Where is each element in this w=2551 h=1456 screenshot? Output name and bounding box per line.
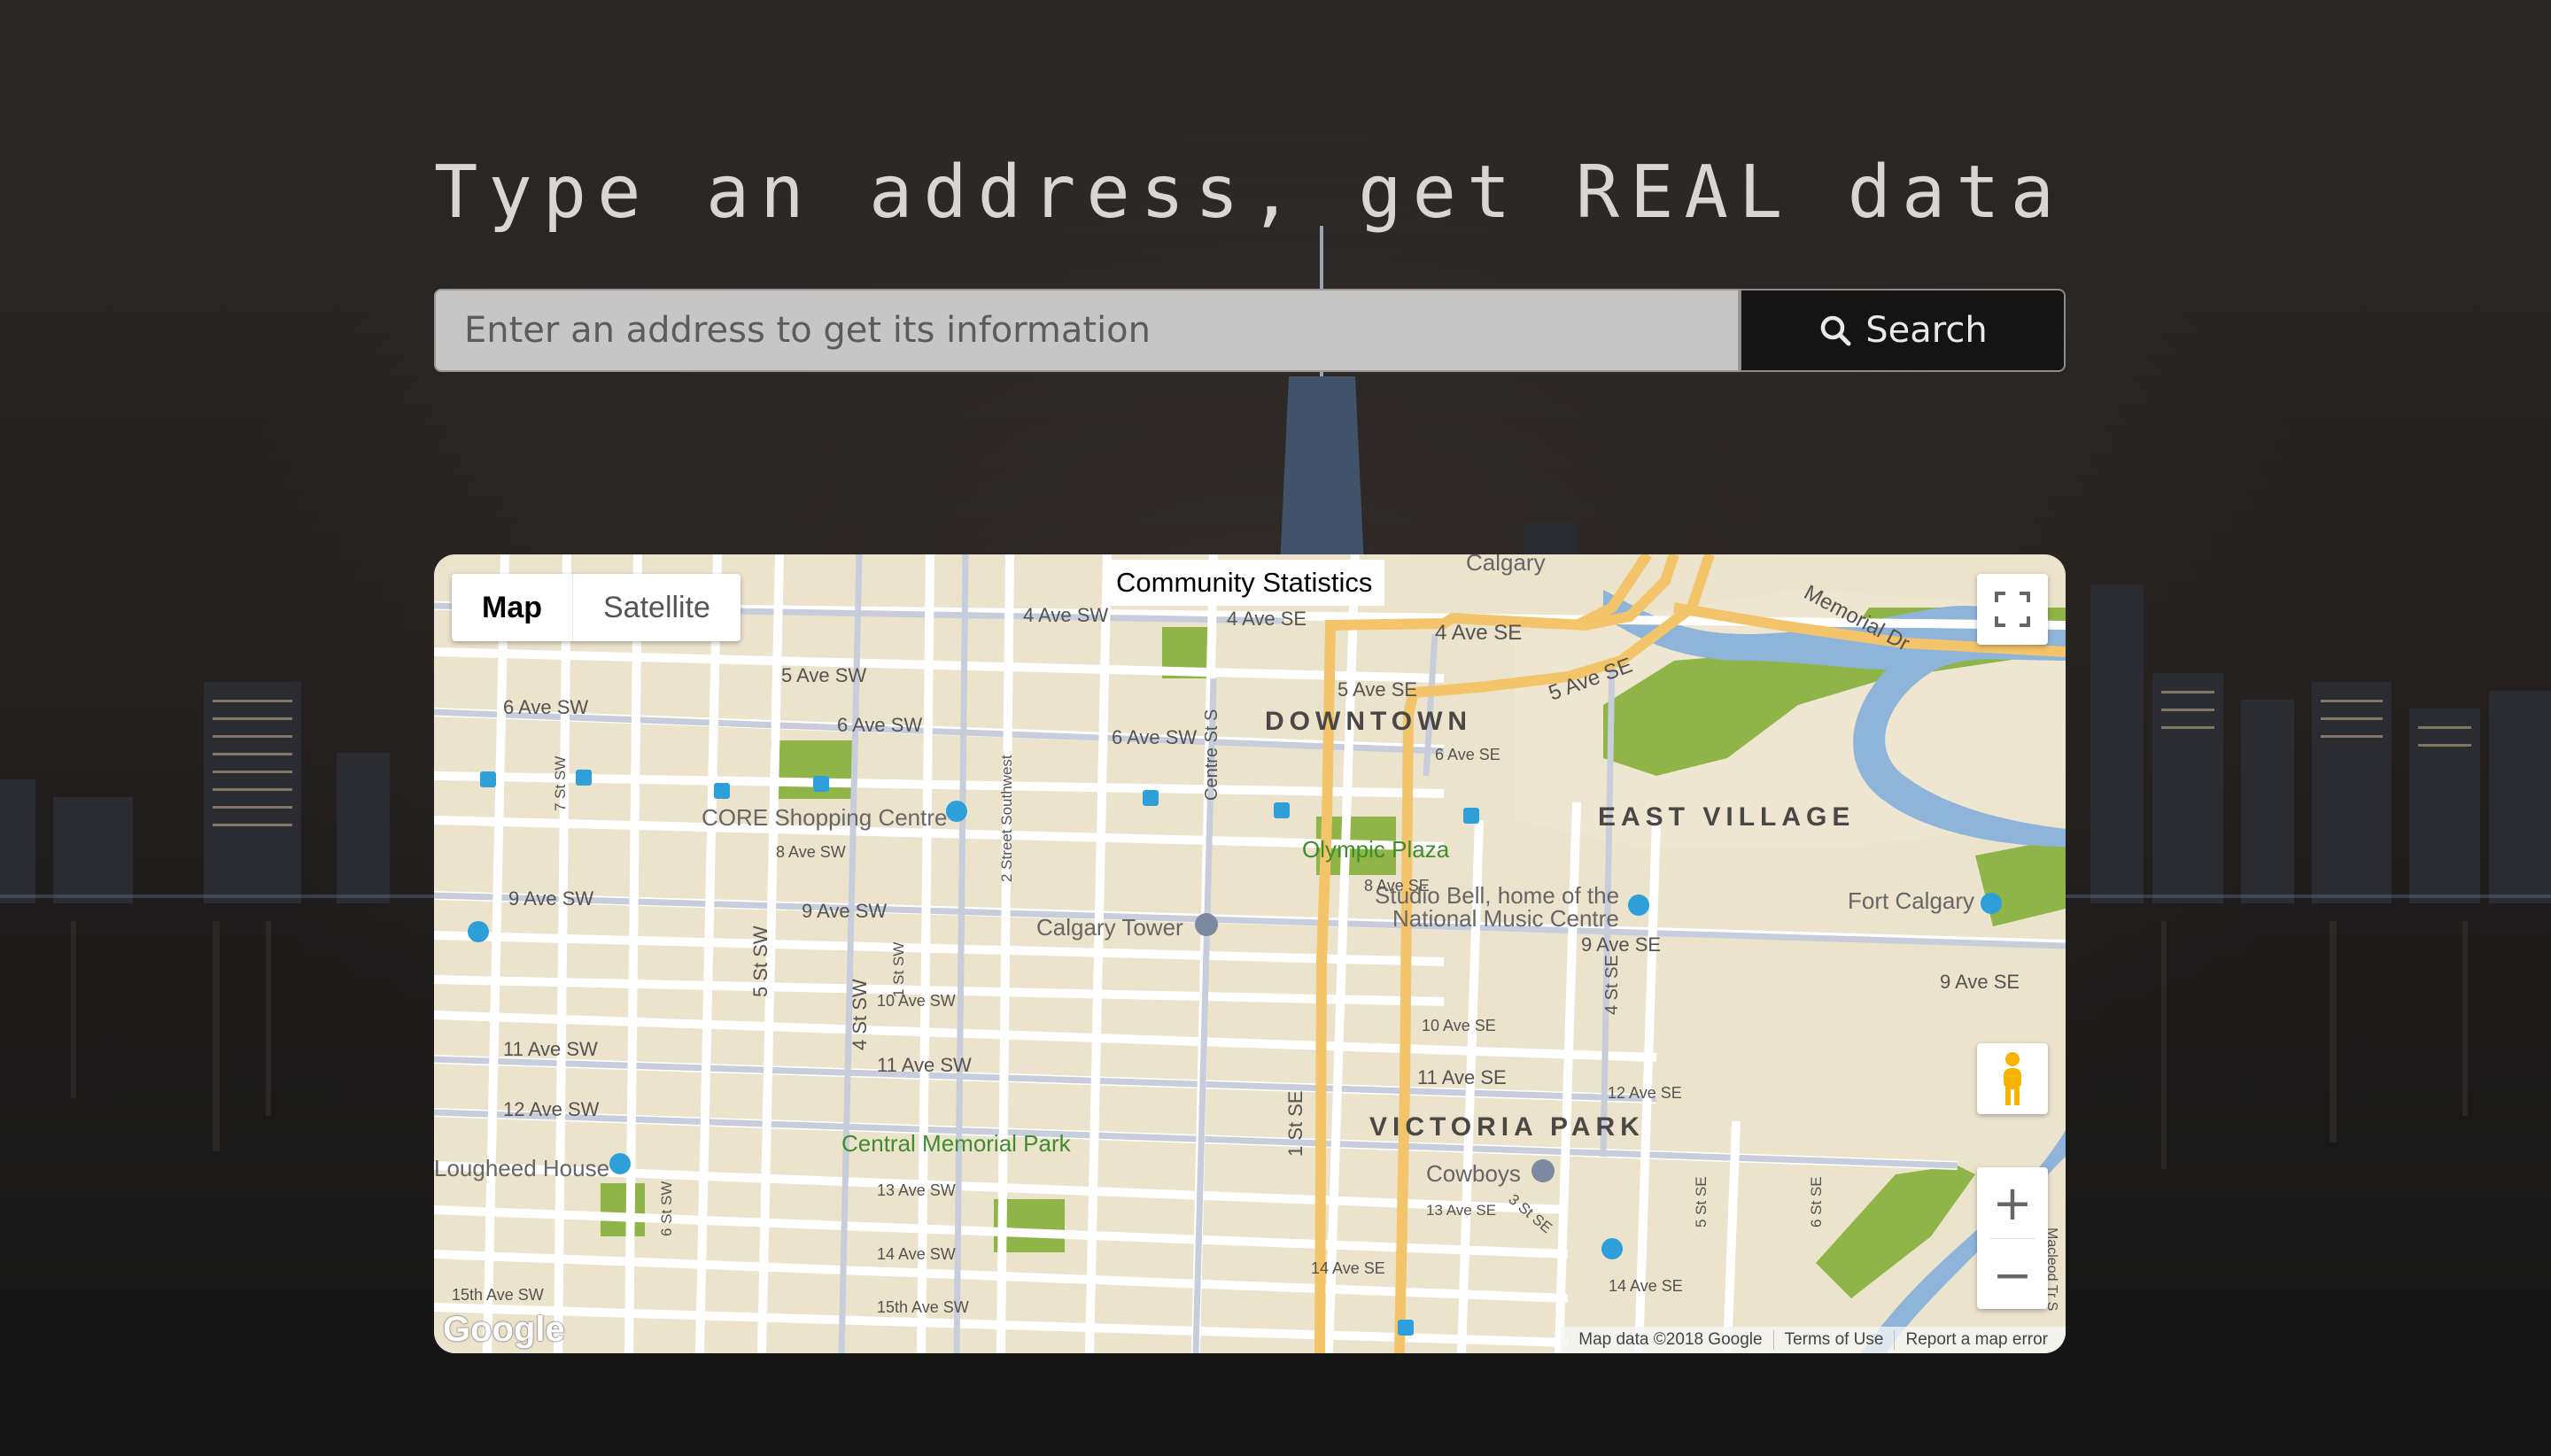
- svg-text:1 St SE: 1 St SE: [1284, 1090, 1307, 1157]
- svg-text:Olympic Plaza: Olympic Plaza: [1302, 836, 1450, 863]
- search-icon: [1821, 315, 1851, 346]
- svg-text:11 Ave SW: 11 Ave SW: [503, 1038, 598, 1060]
- street-view-pegman-button[interactable]: [1977, 1043, 2048, 1114]
- svg-text:8 Ave SW: 8 Ave SW: [776, 843, 846, 861]
- map-container[interactable]: 4 Ave SW 4 Ave SE 4 Ave SE 5 Ave SW 5 Av…: [434, 554, 2066, 1353]
- svg-text:13 Ave SE: 13 Ave SE: [1426, 1202, 1496, 1219]
- search-button-label: Search: [1865, 310, 1988, 351]
- svg-text:15th Ave SW: 15th Ave SW: [452, 1286, 544, 1304]
- svg-text:10 Ave SW: 10 Ave SW: [877, 992, 956, 1010]
- svg-text:15th Ave SW: 15th Ave SW: [877, 1298, 969, 1316]
- svg-text:14 Ave SW: 14 Ave SW: [877, 1245, 956, 1263]
- svg-text:9 Ave SW: 9 Ave SW: [508, 887, 593, 910]
- svg-text:4 St SE: 4 St SE: [1602, 955, 1622, 1015]
- svg-text:6 St SW: 6 St SW: [658, 1181, 675, 1236]
- svg-text:4 Ave SW: 4 Ave SW: [1023, 604, 1108, 626]
- map-type-satellite-button[interactable]: Satellite: [573, 574, 740, 641]
- svg-text:7 St SW: 7 St SW: [552, 756, 569, 811]
- svg-text:5 Ave SW: 5 Ave SW: [781, 664, 866, 686]
- svg-text:14 Ave SE: 14 Ave SE: [1609, 1277, 1683, 1295]
- map-type-control: Map Satellite: [452, 574, 740, 641]
- map-data-credit: Map data ©2018 Google: [1578, 1330, 1763, 1349]
- svg-text:6 St SE: 6 St SE: [1808, 1176, 1825, 1228]
- svg-text:5 St SW: 5 St SW: [749, 925, 772, 997]
- svg-text:4 Ave SE: 4 Ave SE: [1435, 621, 1522, 645]
- zoom-in-button[interactable]: +: [1977, 1167, 2048, 1238]
- terms-of-use-link[interactable]: Terms of Use: [1772, 1330, 1895, 1350]
- zoom-control: + −: [1977, 1167, 2048, 1309]
- svg-text:11 Ave SE: 11 Ave SE: [1417, 1066, 1507, 1088]
- address-search-input[interactable]: [434, 289, 1740, 372]
- svg-text:5 Ave SE: 5 Ave SE: [1338, 678, 1417, 701]
- page-title: Type an address, get REAL data: [434, 151, 2066, 235]
- svg-text:6 Ave SE: 6 Ave SE: [1435, 746, 1500, 763]
- zoom-out-button[interactable]: −: [1977, 1239, 2048, 1310]
- svg-text:CORE Shopping Centre: CORE Shopping Centre: [702, 804, 947, 831]
- svg-text:12 Ave SE: 12 Ave SE: [1608, 1084, 1682, 1102]
- fullscreen-icon: [1995, 592, 2030, 627]
- svg-text:6 Ave SW: 6 Ave SW: [1112, 726, 1197, 748]
- svg-text:EAST VILLAGE: EAST VILLAGE: [1598, 802, 1855, 832]
- svg-text:Central Memorial Park: Central Memorial Park: [841, 1130, 1072, 1157]
- map-type-map-button[interactable]: Map: [452, 574, 573, 641]
- svg-text:14 Ave SE: 14 Ave SE: [1311, 1259, 1385, 1277]
- svg-text:DOWNTOWN: DOWNTOWN: [1265, 707, 1472, 736]
- report-map-error-link[interactable]: Report a map error: [1894, 1330, 2059, 1350]
- svg-text:Cowboys: Cowboys: [1426, 1160, 1521, 1187]
- svg-text:13 Ave SW: 13 Ave SW: [877, 1181, 956, 1199]
- svg-text:4 St SW: 4 St SW: [849, 979, 871, 1050]
- svg-text:9 Ave SW: 9 Ave SW: [802, 900, 887, 922]
- google-logo[interactable]: Google: [443, 1310, 565, 1350]
- svg-text:Centre St S: Centre St S: [1202, 709, 1221, 801]
- map-attribution: Map data ©2018 Google Terms of Use Repor…: [1561, 1327, 2066, 1353]
- svg-text:Fort Calgary: Fort Calgary: [1848, 887, 1974, 914]
- svg-text:9 Ave SE: 9 Ave SE: [1581, 933, 1661, 956]
- svg-text:1 St SW: 1 St SW: [890, 942, 907, 997]
- search-button[interactable]: Search: [1740, 289, 2066, 372]
- svg-text:12 Ave SW: 12 Ave SW: [503, 1098, 600, 1120]
- svg-text:Lougheed House: Lougheed House: [434, 1155, 609, 1181]
- svg-text:6 Ave SW: 6 Ave SW: [837, 714, 922, 736]
- map-tiles[interactable]: 4 Ave SW 4 Ave SE 4 Ave SE 5 Ave SW 5 Av…: [434, 554, 2066, 1353]
- svg-text:National Music Centre: National Music Centre: [1392, 905, 1619, 932]
- svg-text:Calgary Tower: Calgary Tower: [1036, 914, 1183, 941]
- svg-text:VICTORIA PARK: VICTORIA PARK: [1369, 1112, 1645, 1142]
- svg-text:2 Street Southwest: 2 Street Southwest: [998, 755, 1015, 882]
- svg-text:11 Ave SW: 11 Ave SW: [877, 1054, 972, 1076]
- fullscreen-button[interactable]: [1977, 574, 2048, 645]
- svg-text:9 Ave SE: 9 Ave SE: [1940, 971, 2020, 993]
- svg-text:10 Ave SE: 10 Ave SE: [1422, 1017, 1496, 1034]
- community-statistics-label: Community Statistics: [1104, 560, 1385, 606]
- svg-text:4 Ave SE: 4 Ave SE: [1227, 608, 1307, 630]
- svg-text:6 Ave SW: 6 Ave SW: [503, 696, 588, 718]
- svg-text:5 St SE: 5 St SE: [1693, 1176, 1710, 1228]
- pegman-icon: [2004, 1052, 2021, 1105]
- svg-text:Calgary: Calgary: [1466, 554, 1546, 576]
